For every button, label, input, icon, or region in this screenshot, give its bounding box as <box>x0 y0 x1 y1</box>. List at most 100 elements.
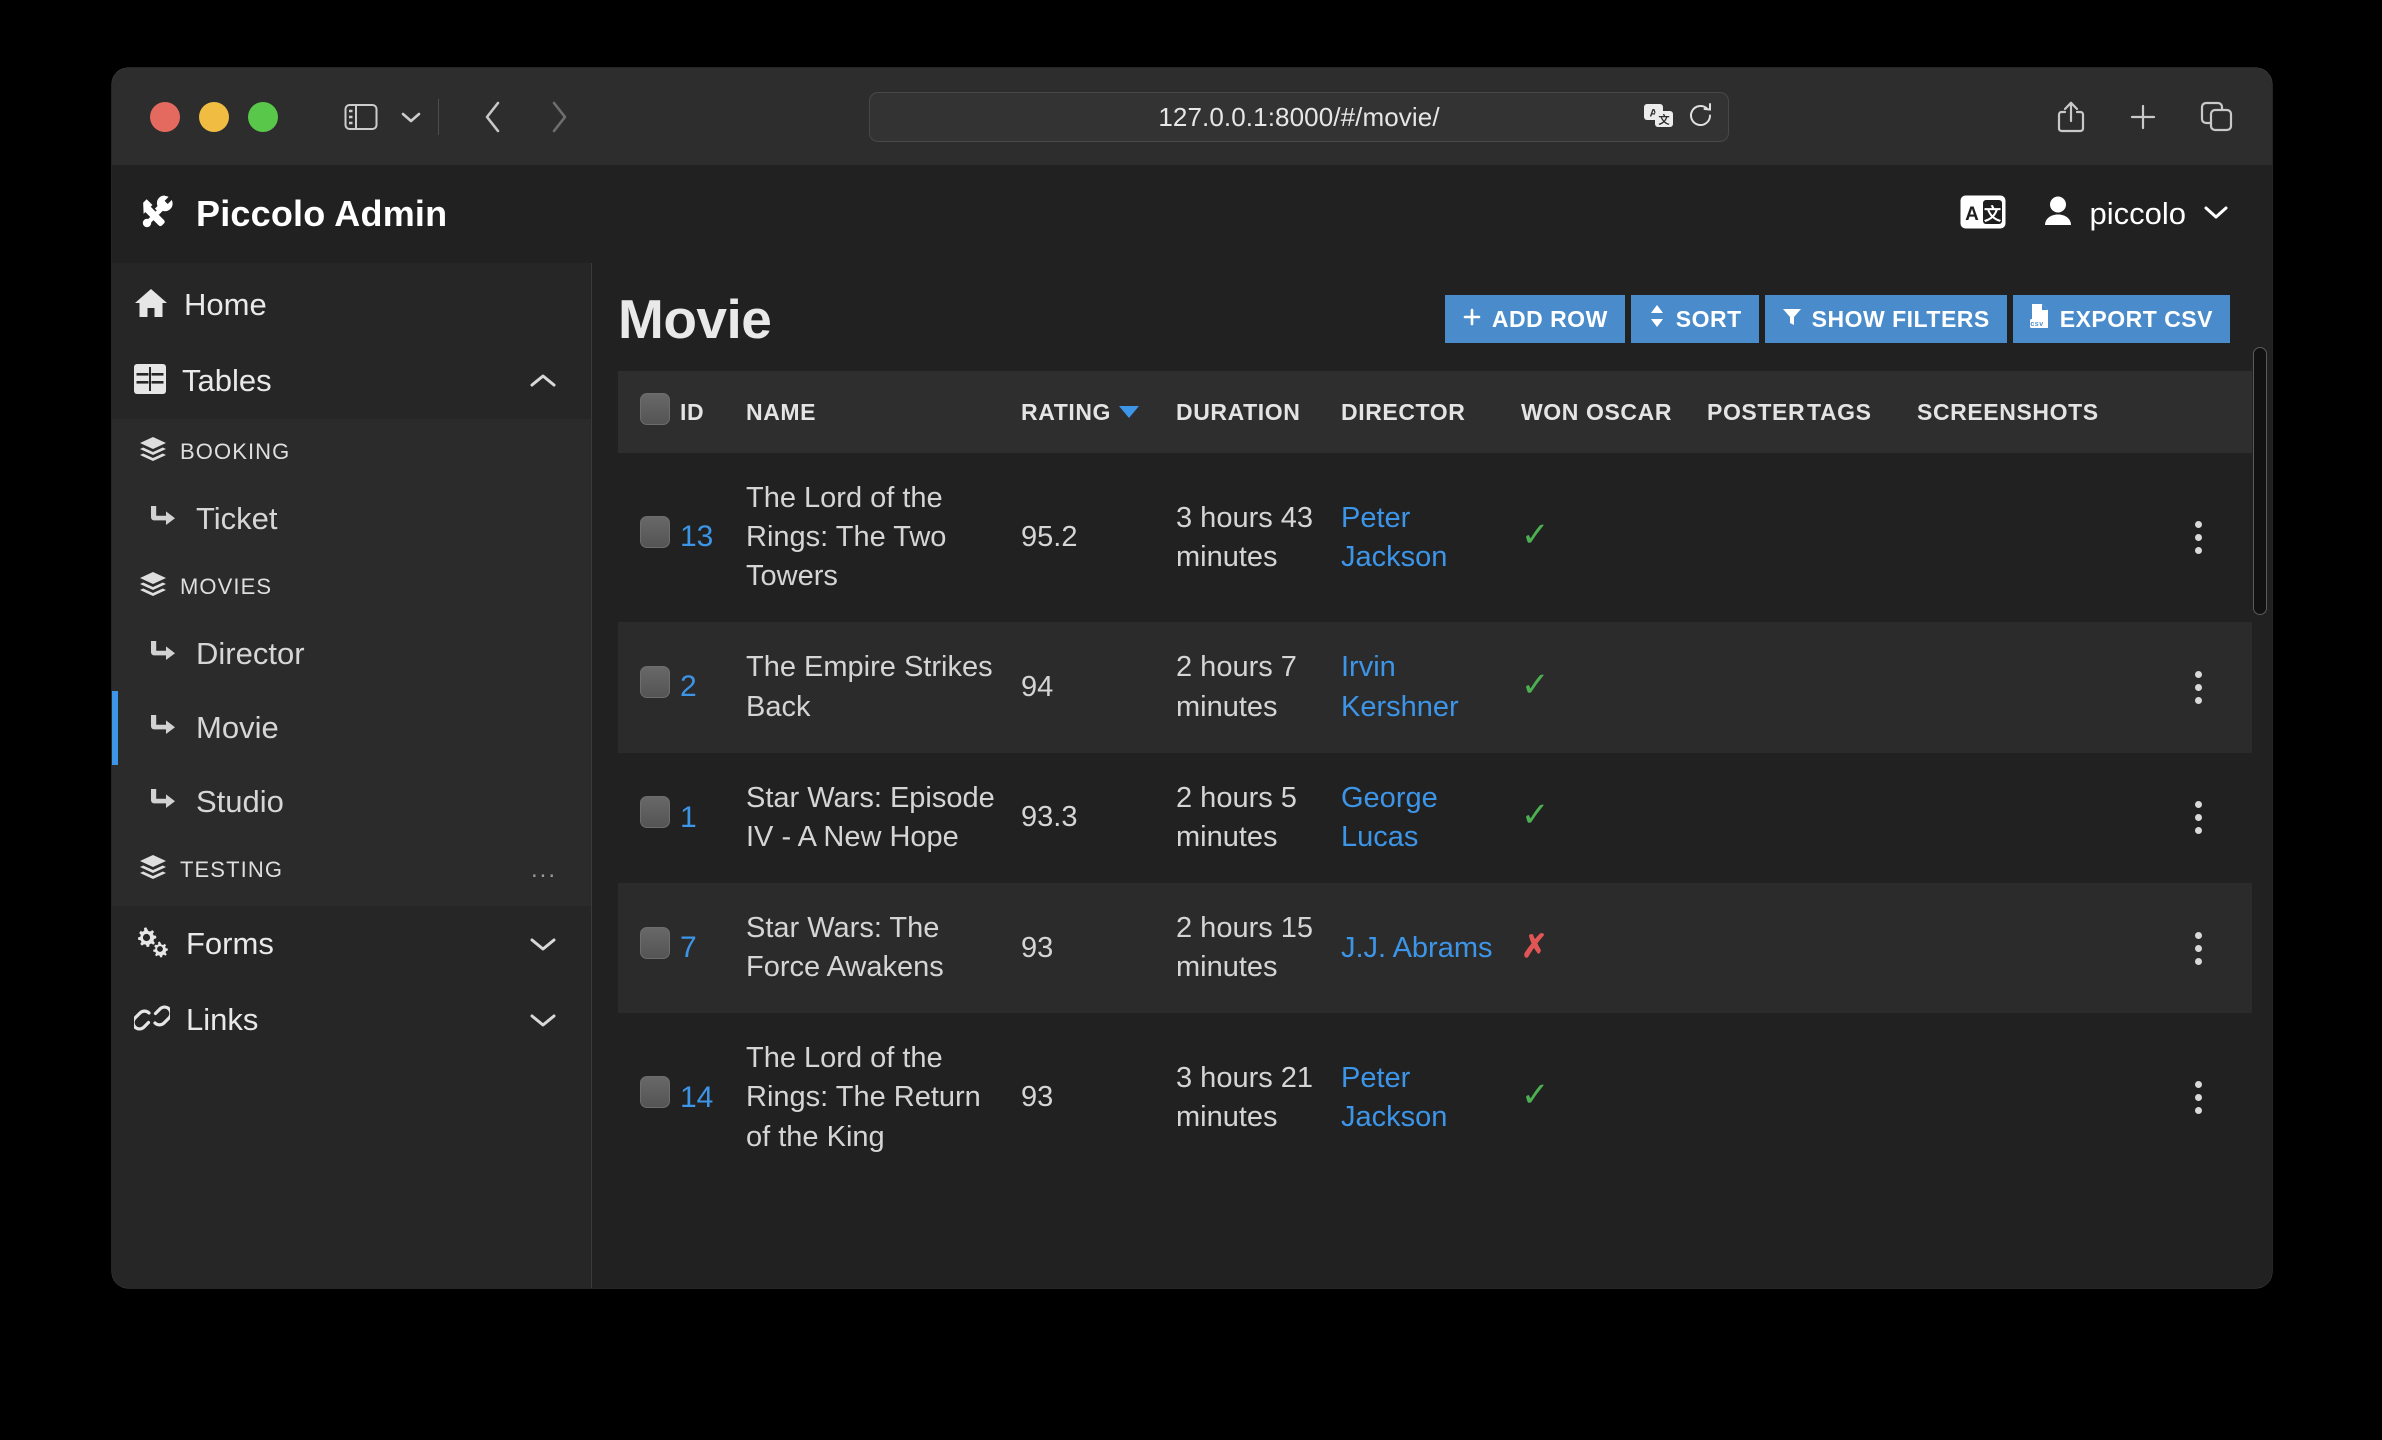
column-header-rating[interactable]: RATING <box>1021 371 1176 453</box>
reload-icon[interactable] <box>1688 102 1714 135</box>
table-header-row: ID NAME RATING DURATION DIRECTOR WON OSC… <box>618 371 2252 453</box>
column-header-won-oscar[interactable]: WON OSCAR <box>1521 371 1707 453</box>
chevron-up-icon[interactable] <box>527 371 559 391</box>
plus-icon[interactable] <box>2128 102 2158 132</box>
brand-title: Piccolo Admin <box>196 193 448 234</box>
row-menu-icon[interactable] <box>2162 671 2238 705</box>
export-csv-label: EXPORT CSV <box>2059 305 2213 332</box>
row-menu-icon[interactable] <box>2162 801 2238 835</box>
column-header-duration[interactable]: DURATION <box>1176 371 1341 453</box>
row-checkbox[interactable] <box>640 926 670 959</box>
sidebar-item-movie[interactable]: Movie <box>112 691 591 765</box>
sidebar-item-ticket-label: Ticket <box>196 501 278 536</box>
close-window-button[interactable] <box>150 101 180 132</box>
minimize-window-button[interactable] <box>199 101 229 132</box>
sidebar-item-tables[interactable]: Tables <box>112 343 591 419</box>
sidebar-item-links[interactable]: Links <box>112 982 591 1058</box>
movie-table-wrapper: ID NAME RATING DURATION DIRECTOR WON OSC… <box>618 371 2252 1251</box>
cell-screenshots <box>1917 883 2162 1013</box>
sidebar-item-forms-label: Forms <box>186 926 274 961</box>
scrollbar-thumb[interactable] <box>2253 347 2267 615</box>
cell-rating: 93 <box>1021 1081 1054 1114</box>
sidebar-group-movies[interactable]: MOVIES <box>112 556 591 617</box>
url-text: 127.0.0.1:8000/#/movie/ <box>1158 101 1440 132</box>
table-row[interactable]: 2 The Empire Strikes Back 94 2 hours 7 m… <box>618 622 2252 753</box>
column-header-name[interactable]: NAME <box>746 371 1021 453</box>
address-bar[interactable]: 127.0.0.1:8000/#/movie/ A 文 <box>869 92 1729 142</box>
sidebar-item-ticket[interactable]: Ticket <box>112 482 591 556</box>
tools-icon <box>138 192 178 237</box>
tab-overview-icon[interactable] <box>2200 101 2234 133</box>
table-row[interactable]: 14 The Lord of the Rings: The Return of … <box>618 1013 2252 1183</box>
vertical-scrollbar[interactable] <box>2253 347 2267 1157</box>
zoom-window-button[interactable] <box>248 101 278 132</box>
table-row[interactable]: 13 The Lord of the Rings: The Two Towers… <box>618 453 2252 623</box>
cell-duration: 2 hours 15 minutes <box>1176 911 1314 984</box>
cell-won-oscar: ✓ <box>1521 622 1707 752</box>
table-row[interactable]: 1 Star Wars: Episode IV - A New Hope 93.… <box>618 752 2252 883</box>
row-id-link[interactable]: 1 <box>680 801 697 834</box>
chevron-down-icon[interactable] <box>2202 203 2230 226</box>
sidebar-group-more-icon[interactable]: ... <box>531 857 557 881</box>
row-checkbox[interactable] <box>640 665 670 698</box>
row-id-link[interactable]: 14 <box>680 1081 713 1114</box>
row-id-link[interactable]: 2 <box>680 670 697 703</box>
table-row[interactable]: 7 Star Wars: The Force Awakens 93 2 hour… <box>618 882 2252 1014</box>
svg-text:文: 文 <box>1659 112 1671 126</box>
row-menu-icon[interactable] <box>2162 1081 2238 1115</box>
sidebar-item-director[interactable]: Director <box>112 617 591 691</box>
row-id-link[interactable]: 13 <box>680 520 713 553</box>
cell-won-oscar: ✓ <box>1521 453 1707 622</box>
cell-director: J.J. Abrams <box>1341 883 1521 1013</box>
row-checkbox[interactable] <box>640 516 670 549</box>
sidebar: Home Tables BOOKING Ticket MOVIES Direct… <box>112 263 592 1288</box>
cell-duration: 2 hours 7 minutes <box>1176 651 1297 723</box>
cell-director: Peter Jackson <box>1341 453 1521 622</box>
sidebar-toggle-icon[interactable] <box>344 103 378 131</box>
director-link[interactable]: Peter Jackson <box>1341 502 1447 573</box>
username-label: piccolo <box>2089 196 2187 231</box>
row-checkbox[interactable] <box>640 1076 670 1109</box>
director-link[interactable]: George Lucas <box>1341 782 1438 853</box>
sidebar-item-home[interactable]: Home <box>112 267 591 343</box>
share-icon[interactable] <box>2056 100 2086 134</box>
forward-arrow-icon[interactable] <box>549 100 569 134</box>
gears-icon <box>134 926 170 963</box>
column-header-screenshots[interactable]: SCREENSHOTS <box>1917 371 2162 453</box>
chevron-down-icon[interactable] <box>527 934 559 954</box>
back-arrow-icon[interactable] <box>483 100 503 134</box>
add-row-button[interactable]: ADD ROW <box>1444 295 1625 343</box>
column-header-id[interactable]: ID <box>680 371 746 453</box>
layers-icon <box>140 572 166 601</box>
row-menu-icon[interactable] <box>2162 931 2238 965</box>
director-link[interactable]: J.J. Abrams <box>1341 932 1493 964</box>
cell-rating: 93.3 <box>1021 801 1078 834</box>
sort-button[interactable]: SORT <box>1630 295 1759 343</box>
select-all-header <box>618 371 680 453</box>
sidebar-item-forms[interactable]: Forms <box>112 906 591 982</box>
row-checkbox[interactable] <box>640 796 670 829</box>
chevron-down-icon[interactable] <box>400 110 422 124</box>
sort-label: SORT <box>1675 305 1742 332</box>
translate-icon[interactable]: A 文 <box>1644 102 1674 135</box>
show-filters-button[interactable]: SHOW FILTERS <box>1764 295 2007 343</box>
cell-won-oscar: ✗ <box>1521 883 1707 1013</box>
row-menu-icon[interactable] <box>2162 521 2238 555</box>
sidebar-group-testing[interactable]: TESTING ... <box>112 839 591 900</box>
director-link[interactable]: Peter Jackson <box>1341 1062 1447 1133</box>
language-translate-icon[interactable]: A 文 <box>1960 195 2006 234</box>
select-all-checkbox[interactable] <box>640 393 670 425</box>
column-header-poster[interactable]: POSTER <box>1707 371 1807 453</box>
app-header: Piccolo Admin A 文 piccolo <box>112 165 2272 263</box>
row-id-link[interactable]: 7 <box>680 931 697 964</box>
sidebar-item-studio[interactable]: Studio <box>112 765 591 839</box>
user-menu[interactable]: piccolo <box>2042 195 2231 234</box>
director-link[interactable]: Irvin Kershner <box>1341 651 1459 722</box>
cell-poster <box>1707 622 1807 752</box>
column-header-tags[interactable]: TAGS <box>1807 371 1917 453</box>
chevron-down-icon[interactable] <box>527 1010 559 1030</box>
sidebar-group-booking[interactable]: BOOKING <box>112 421 591 482</box>
brand[interactable]: Piccolo Admin <box>138 192 447 237</box>
export-csv-button[interactable]: csv EXPORT CSV <box>2012 295 2230 343</box>
column-header-director[interactable]: DIRECTOR <box>1341 371 1521 453</box>
